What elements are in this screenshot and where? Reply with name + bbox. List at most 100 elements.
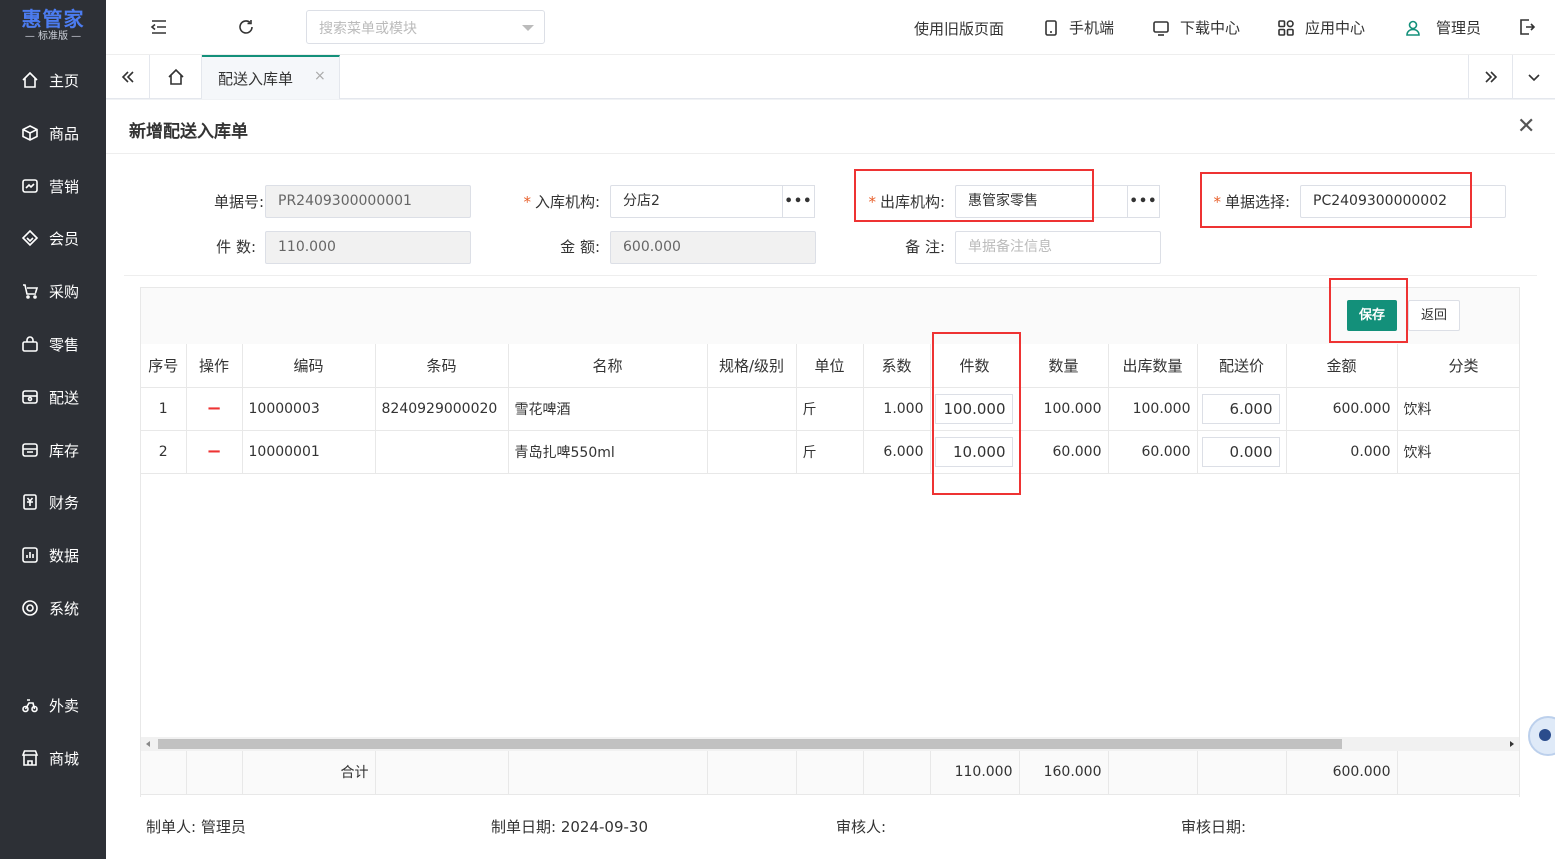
sidebar-item-label: 会员: [49, 229, 80, 248]
sidebar-item-label: 采购: [49, 282, 80, 301]
cell-factor: 6.000: [863, 430, 931, 474]
user-icon: [1406, 20, 1420, 36]
create-date-info: 制单日期: 2024-09-30: [491, 818, 649, 836]
cell-qty: 60.000: [1019, 430, 1109, 474]
sidebar-item-label: 系统: [49, 599, 80, 618]
download-center-link[interactable]: 下载中心: [1152, 17, 1240, 38]
table-panel: 保存 返回 序号 操作 编码 条码 名称 规格/级别 单位 系数 件数 数量 出库数量 配送价 金额 分类…: [140, 287, 1520, 798]
refresh-icon[interactable]: [237, 18, 257, 38]
remove-row-button[interactable]: −: [206, 398, 221, 419]
sidebar-item-label: 零售: [49, 335, 80, 354]
remove-row-button[interactable]: −: [206, 441, 221, 462]
save-button[interactable]: 保存: [1347, 300, 1397, 331]
tabs-menu-chevron-icon[interactable]: [1512, 55, 1555, 99]
grid-icon: [1278, 19, 1294, 36]
price-input[interactable]: 6.000: [1201, 393, 1280, 424]
qty-field[interactable]: 110.000: [265, 231, 471, 264]
cell-code: 10000001: [242, 430, 376, 474]
price-input[interactable]: 0.000: [1201, 436, 1280, 467]
cell-unit: 斤: [796, 387, 864, 431]
scroll-right-arrow-icon[interactable]: [1510, 741, 1514, 747]
pieces-input[interactable]: 100.000: [934, 393, 1013, 424]
scrollbar-thumb[interactable]: [158, 739, 1342, 749]
sidebar-item-2[interactable]: 商品: [0, 113, 106, 153]
page-title: 新增配送入库单: [129, 122, 248, 142]
finance-icon: [21, 493, 39, 511]
form-area: 单据号: PR2409300000001 * 入库机构: 分店2 ••• * 出库机…: [124, 170, 1537, 276]
box-icon: [21, 124, 39, 142]
sidebar-item-13[interactable]: 商城: [0, 738, 106, 778]
cart-icon: [21, 282, 39, 300]
logo: 惠管家 — 标准版 —: [0, 0, 106, 52]
menu-search-select[interactable]: 搜索菜单或模块: [306, 10, 545, 44]
chevron-down-icon: [522, 25, 534, 31]
horizontal-scrollbar[interactable]: [141, 737, 1519, 751]
sidebar-item-5[interactable]: 采购: [0, 271, 106, 311]
cell-name: 雪花啤酒: [508, 387, 708, 431]
cell-name: 青岛扎啤550ml: [508, 430, 708, 474]
tab-delivery-receipt[interactable]: 配送入库单 ×: [202, 55, 340, 99]
doc-no-field[interactable]: PR2409300000001: [265, 185, 471, 218]
tabs-scroll-right-icon[interactable]: [1468, 55, 1512, 99]
home-tab[interactable]: [150, 55, 202, 99]
cell-barcode: 8240929000020: [375, 387, 509, 431]
sidebar-item-11[interactable]: 系统: [0, 588, 106, 628]
in-org-label: * 入库机构:: [523, 193, 600, 211]
sidebar-item-9[interactable]: 财务: [0, 482, 106, 522]
column-header: 数量: [1019, 344, 1109, 388]
cell-no: 1: [141, 387, 187, 431]
column-header: 配送价: [1197, 344, 1287, 388]
total-pieces: 110.000: [930, 751, 1020, 795]
sidebar-item-7[interactable]: 配送: [0, 377, 106, 417]
sidebar-item-1[interactable]: 主页: [0, 60, 106, 100]
tabs-scroll-left-icon[interactable]: [106, 55, 150, 99]
tab-close-icon[interactable]: ×: [314, 68, 326, 84]
old-page-link[interactable]: 使用旧版页面: [914, 18, 1004, 39]
sidebar-item-12[interactable]: 外卖: [0, 685, 106, 725]
menu-collapse-icon[interactable]: [150, 18, 170, 38]
sidebar-item-label: 库存: [49, 441, 80, 460]
sidebar-item-label: 配送: [49, 388, 80, 407]
pieces-input[interactable]: 10.000: [934, 436, 1013, 467]
amount-label: 金 额:: [560, 238, 600, 256]
amount-field[interactable]: 600.000: [610, 231, 816, 264]
cell-amount: 0.000: [1286, 430, 1398, 474]
column-header: 出库数量: [1108, 344, 1198, 388]
column-header: 操作: [186, 344, 243, 388]
creator-name: 管理员: [200, 818, 246, 836]
out-org-picker-button[interactable]: •••: [1127, 185, 1160, 218]
creator-info: 制单人: 管理员: [146, 818, 246, 836]
data-icon: [21, 546, 39, 564]
sidebar-item-label: 财务: [49, 493, 80, 512]
table-row: 2−10000001 青岛扎啤550ml 斤 6.000 10.000 60.000 60.…: [141, 430, 1520, 474]
sidebar-item-6[interactable]: 零售: [0, 324, 106, 364]
total-amount: 600.000: [1286, 751, 1398, 795]
apps-label: 应用中心: [1305, 19, 1366, 37]
totals-table: 合计 110.000 160.000 600.000: [141, 751, 1520, 795]
store-icon: [21, 749, 39, 767]
tab-label: 配送入库单: [218, 70, 294, 88]
doc-select-field[interactable]: PC2409300000002: [1300, 185, 1506, 218]
mobile-label: 手机端: [1069, 19, 1115, 37]
sidebar-item-3[interactable]: 营销: [0, 166, 106, 206]
back-button[interactable]: 返回: [1408, 300, 1460, 331]
table-body-area: 序号 操作 编码 条码 名称 规格/级别 单位 系数 件数 数量 出库数量 配送价 金额 分类 1−100…: [141, 344, 1520, 798]
in-org-picker-button[interactable]: •••: [782, 185, 815, 218]
logout-icon[interactable]: [1518, 18, 1536, 40]
sidebar-item-10[interactable]: 数据: [0, 535, 106, 575]
column-header: 单位: [796, 344, 864, 388]
app-center-link[interactable]: 应用中心: [1277, 17, 1365, 38]
in-org-field[interactable]: 分店2: [610, 185, 784, 218]
out-org-field[interactable]: 惠管家零售: [955, 185, 1129, 218]
close-icon[interactable]: ✕: [1517, 114, 1535, 139]
sidebar-item-4[interactable]: 会员: [0, 218, 106, 258]
sidebar-item-8[interactable]: 库存: [0, 430, 106, 470]
cell-no: 2: [141, 430, 187, 474]
scroll-left-arrow-icon[interactable]: [146, 741, 150, 747]
column-header: 条码: [375, 344, 509, 388]
column-header: 件数: [930, 344, 1020, 388]
user-menu[interactable]: 管理员: [1404, 17, 1481, 38]
cell-spec: [707, 430, 797, 474]
mobile-link[interactable]: 手机端: [1043, 17, 1114, 38]
remark-field[interactable]: 单据备注信息: [955, 231, 1161, 264]
